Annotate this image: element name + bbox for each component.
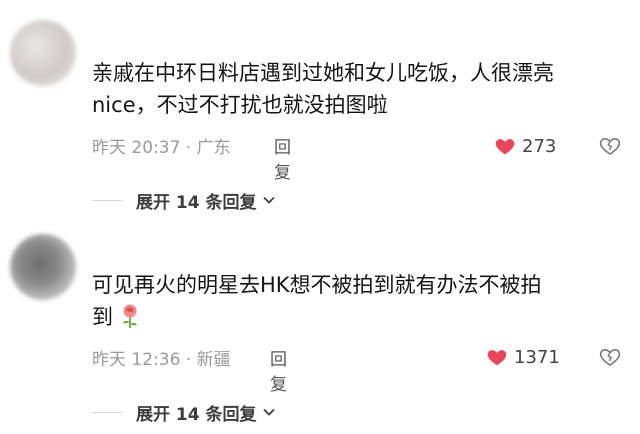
expand-replies[interactable]: 展开 14 条回复	[92, 186, 277, 214]
expand-replies-label: 展开 14 条回复	[136, 192, 257, 213]
timestamp-location: 昨天 20:37 · 广东	[92, 138, 231, 158]
chevron-down-icon	[262, 196, 275, 204]
like-count: 1371	[514, 346, 560, 368]
reply-button[interactable]: 回复	[274, 133, 291, 183]
expand-replies[interactable]: 展开 14 条回复	[92, 398, 277, 426]
comment-text-line: 亲戚在中环日料店遇到过她和女儿吃饭，人很漂亮	[92, 61, 554, 85]
comment-text: 亲戚在中环日料店遇到过她和女儿吃饭，人很漂亮 nice，不过不打扰也就没拍图啦	[92, 57, 622, 121]
heart-icon	[495, 139, 515, 155]
like-button[interactable]: 273	[494, 132, 556, 160]
divider	[92, 199, 122, 201]
comment-text-line-wrap: 到	[92, 301, 622, 333]
expand-replies-label: 展开 14 条回复	[136, 404, 257, 425]
rose-emoji	[123, 304, 137, 328]
timestamp-location: 昨天 12:36 · 新疆	[92, 350, 231, 370]
avatar[interactable]	[10, 20, 76, 86]
comment-text-line: 到	[92, 305, 113, 329]
divider	[92, 411, 122, 413]
avatar[interactable]	[10, 234, 76, 300]
broken-heart-icon[interactable]	[598, 134, 622, 158]
comment-text: 可见再火的明星去HK想不被拍到就有办法不被拍 到	[92, 269, 622, 333]
chevron-down-icon	[262, 408, 275, 416]
comment-text-line: nice，不过不打扰也就没拍图啦	[92, 93, 388, 117]
comment-text-line: 可见再火的明星去HK想不被拍到就有办法不被拍	[92, 273, 542, 297]
reply-button[interactable]: 回复	[270, 345, 287, 395]
like-button[interactable]: 1371	[486, 343, 560, 371]
like-count: 273	[522, 135, 557, 157]
broken-heart-icon[interactable]	[598, 345, 622, 369]
heart-icon	[487, 350, 507, 366]
